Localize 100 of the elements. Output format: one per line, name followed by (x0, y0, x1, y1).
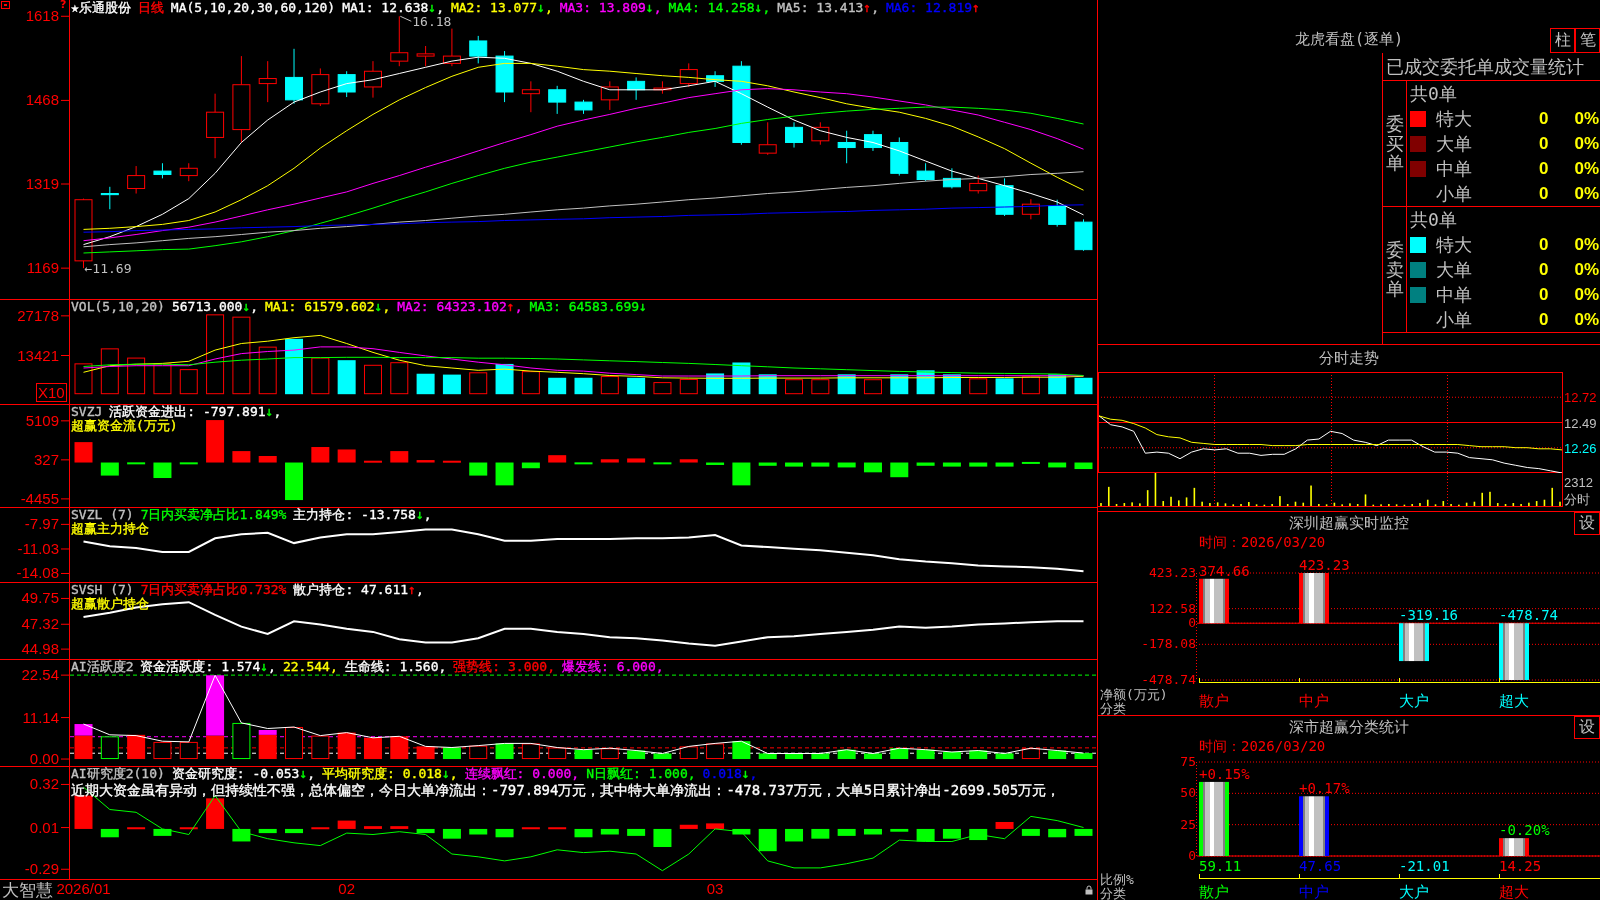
chart-bar (916, 370, 935, 395)
chart-title: 深圳超赢实时监控 (1289, 514, 1409, 533)
chart-bar (837, 462, 856, 468)
axis-title: 分类 (1100, 701, 1126, 716)
chart-bar (469, 828, 488, 835)
legend-text: MA5: 13.413↑, (777, 1, 879, 15)
legend-text: 爆发线: 6.000, (562, 660, 664, 674)
help-mark[interactable]: ? (60, 0, 67, 11)
chart-bar (442, 374, 461, 395)
chart-bar (758, 753, 777, 760)
axis-label: -478.74 (1141, 672, 1196, 687)
value-label: -478.74 (1499, 607, 1558, 624)
chart-bar (311, 827, 330, 830)
axis-label: 1319 (25, 175, 59, 192)
chart-bar (995, 378, 1014, 395)
toggle-button[interactable]: 柱 (1550, 28, 1575, 53)
chart-bar (495, 828, 514, 838)
order-share: 0% (1574, 259, 1599, 280)
order-count: 0 (1538, 108, 1549, 129)
candlestick (337, 70, 356, 98)
candlestick (258, 60, 277, 103)
chart-bar (1499, 838, 1529, 856)
chart-bar (548, 827, 567, 830)
chart-bar (653, 753, 672, 760)
chart-bar (732, 828, 751, 835)
chart-bar (811, 753, 830, 760)
order-count: 0 (1538, 284, 1549, 305)
candlestick (153, 162, 172, 179)
chart-bar (337, 449, 356, 463)
candlestick (890, 136, 909, 177)
legend-text: MA1: 12.638↓, (342, 1, 444, 15)
candlestick (311, 67, 330, 107)
chart-bar (127, 827, 146, 830)
axis-label: 122.58 (1149, 600, 1196, 616)
axis-label: 75 (1180, 754, 1196, 769)
chart-bar (363, 460, 382, 463)
chart-bar (995, 753, 1014, 760)
order-size-label: 中单 (1436, 156, 1472, 181)
chart-bar (995, 462, 1014, 467)
change-label: +0.15% (1199, 765, 1250, 782)
chart-bar (942, 751, 961, 760)
chart-bar (179, 369, 198, 395)
value-label: 59.11 (1199, 858, 1242, 874)
chart-bar (600, 376, 619, 395)
axis-label: 0.01 (29, 818, 59, 836)
group-label: 委卖单 (1385, 239, 1404, 300)
legend-text: 超赢主力持仓 (71, 522, 149, 536)
chart-title: 深市超赢分类统计 (1289, 718, 1409, 737)
legend-text: 散户持仓: 47.611↑, (293, 583, 424, 597)
candlestick (100, 186, 119, 210)
chart-bar (100, 348, 119, 395)
chart-bar (100, 828, 119, 838)
value-label: 47.65 (1299, 858, 1342, 874)
chart-bar (600, 459, 619, 463)
axis-label: 12.72 (1564, 390, 1597, 406)
candlestick (574, 99, 593, 115)
legend-text: 生命线: 1.560, (344, 660, 447, 674)
chart-bar (890, 462, 909, 478)
settings-button[interactable]: 设 (1574, 512, 1600, 535)
chart-bar (1074, 753, 1093, 760)
axis-label: 5109 (25, 411, 59, 429)
candlestick (863, 130, 882, 152)
chart-bar (706, 823, 725, 829)
candlestick (127, 165, 146, 195)
chart-bar (1021, 376, 1040, 395)
scale-badge: X10 (36, 383, 67, 402)
toggle-button[interactable]: 笔 (1575, 28, 1600, 53)
candlestick (969, 175, 988, 195)
chart-bar (285, 338, 304, 395)
candlestick (363, 60, 382, 99)
order-share: 0% (1574, 284, 1599, 305)
chart-subtitle: 时间：2026/03/20 (1199, 534, 1326, 550)
chart-bar (232, 451, 251, 463)
volume-max-label: 2312 (1564, 475, 1593, 490)
table-title: 已成交委托单成交量统计 (1386, 56, 1584, 77)
chart-bar (627, 377, 646, 395)
chart-bar (600, 748, 619, 760)
date-label: 02 (338, 880, 355, 899)
chart-bar (890, 828, 909, 832)
group-total: 共0单 (1410, 207, 1457, 232)
chart-bar (469, 462, 488, 476)
candlestick (706, 70, 725, 88)
order-size-label: 大单 (1436, 257, 1472, 282)
value-label: 374.66 (1199, 562, 1250, 579)
chart-bar (1074, 377, 1093, 395)
axis-label: 22.54 (21, 666, 59, 684)
lock-icon[interactable] (1085, 885, 1093, 895)
legend-text: 连续飘红: 0.000, (464, 767, 580, 781)
legend-text: 资金活跃度: 1.574↓, (140, 660, 276, 674)
chart-bar (285, 727, 304, 760)
axis-label: 0 (1188, 848, 1196, 863)
change-label: -0.20% (1499, 822, 1550, 839)
order-count: 0 (1538, 259, 1549, 280)
settings-button[interactable]: 设 (1574, 716, 1600, 739)
chart-bar (100, 462, 119, 476)
chart-bar (548, 455, 567, 463)
candlestick (285, 48, 304, 105)
order-share: 0% (1574, 158, 1599, 179)
chart-bar (127, 734, 146, 760)
square-icon[interactable] (1, 1, 10, 9)
